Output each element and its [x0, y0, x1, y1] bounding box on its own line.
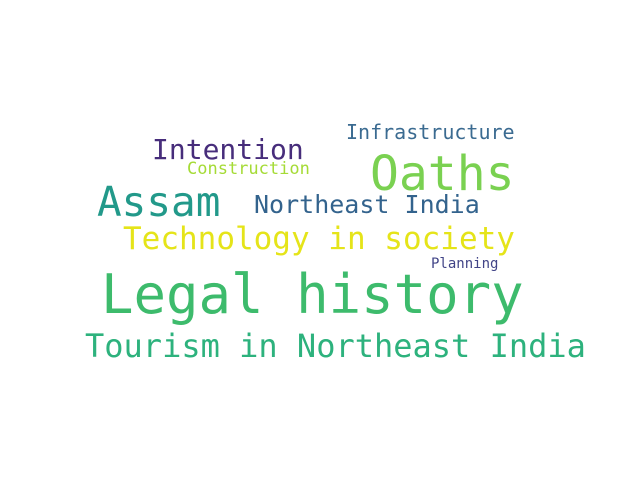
word-planning: Planning — [431, 256, 499, 272]
word-northeast-india: Northeast India — [254, 190, 480, 219]
word-tourism-in-northeast-india: Tourism in Northeast India — [85, 327, 586, 365]
word-legal-history: Legal history — [101, 263, 524, 326]
word-construction: Construction — [187, 159, 310, 179]
word-infrastructure: Infrastructure — [346, 120, 515, 144]
word-technology-in-society: Technology in society — [123, 221, 515, 257]
word-assam: Assam — [97, 178, 221, 226]
